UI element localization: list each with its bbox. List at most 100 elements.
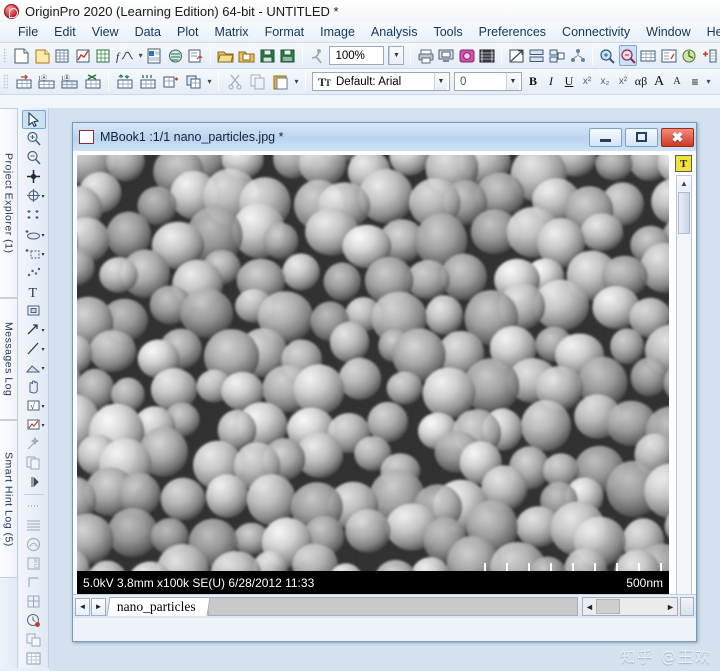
worksheet-toolbar-grip[interactable] [3, 74, 8, 89]
clock-tool[interactable] [22, 611, 46, 630]
add-new-columns-icon[interactable] [13, 71, 34, 92]
bold-button[interactable]: B [524, 72, 542, 92]
menu-window[interactable]: Window [638, 23, 698, 41]
sheet-nav-next-button[interactable]: ► [91, 597, 106, 616]
font-chevron-down-icon[interactable]: ▼ [434, 73, 447, 90]
refresh-icon[interactable] [680, 45, 698, 66]
text-tool[interactable]: T [22, 282, 46, 301]
close-button[interactable]: ✖ [661, 127, 694, 147]
dotted-rect-tool[interactable] [22, 496, 46, 515]
layer-management-icon[interactable] [507, 45, 525, 66]
hscroll-left-arrow[interactable]: ◄ [583, 602, 596, 612]
open-excel-icon[interactable] [146, 45, 164, 66]
font-size-chevron-down-icon[interactable]: ▼ [506, 73, 519, 90]
menu-file[interactable]: File [10, 23, 46, 41]
rectangle-tool[interactable] [22, 573, 46, 592]
region-math-dropdown-icon[interactable]: ▾ [41, 403, 44, 410]
data-selector-tool[interactable] [22, 205, 46, 224]
regional-mask-tool[interactable]: ▾ [22, 224, 46, 243]
circle-tool[interactable] [22, 535, 46, 554]
lines-tool[interactable] [22, 516, 46, 535]
copy-page-tool[interactable] [22, 453, 46, 472]
scroll-up-arrow[interactable]: ▲ [677, 176, 691, 191]
sort-columns-icon[interactable] [137, 71, 158, 92]
standard-toolbar-grip[interactable] [3, 48, 8, 63]
zoom-out-tool[interactable] [22, 148, 46, 167]
function-plot-dropdown-icon[interactable]: ▾ [137, 51, 145, 60]
add-column-icon[interactable] [701, 45, 719, 66]
rescale-dropdown-icon[interactable]: ▾ [41, 422, 44, 429]
zoom-out-icon[interactable] [618, 45, 638, 66]
print-icon[interactable] [416, 45, 434, 66]
new-matrix-icon[interactable] [94, 45, 112, 66]
new-graph-icon[interactable] [74, 45, 92, 66]
menu-preferences[interactable]: Preferences [471, 23, 554, 41]
dock-tab-project-explorer[interactable]: Project Explorer (1) [0, 108, 18, 298]
paste-icon[interactable] [270, 71, 291, 92]
zoom-combo[interactable]: 100% [329, 46, 385, 65]
menu-analysis[interactable]: Analysis [363, 23, 426, 41]
sem-image-canvas[interactable]: 5.0kV 3.8mm x100k SE(U) 6/28/2012 11:33 … [77, 155, 669, 595]
print-preview-icon[interactable] [437, 45, 455, 66]
object-edit-tool[interactable] [22, 301, 46, 320]
hierarchy-icon[interactable] [569, 45, 587, 66]
import-wizard-icon[interactable] [187, 45, 205, 66]
save-project-icon[interactable] [258, 45, 276, 66]
worksheet-toolbar-overflow[interactable]: ▾ [205, 77, 214, 86]
edit-toolbar-overflow[interactable]: ▾ [292, 77, 301, 86]
save-template-icon[interactable] [279, 45, 297, 66]
align-dropdown-icon[interactable]: ▾ [704, 77, 713, 86]
greek-button[interactable]: αβ [632, 72, 650, 92]
new-workbook-icon[interactable] [53, 45, 71, 66]
sheet-tab-nano-particles[interactable]: nano_particles [106, 597, 211, 616]
import-single-ascii-icon[interactable] [166, 45, 184, 66]
zoom-in-icon[interactable] [598, 45, 616, 66]
italic-button[interactable]: I [542, 72, 560, 92]
expand-palette-tool[interactable] [22, 472, 46, 491]
data-reader-tool[interactable] [22, 167, 46, 186]
pan-tool[interactable] [22, 377, 46, 396]
horizontal-scrollbar[interactable]: ◄ ► [582, 597, 678, 616]
minimize-button[interactable] [589, 127, 622, 147]
font-size-combo[interactable]: 0 ▼ [454, 72, 522, 91]
hscroll-right-arrow[interactable]: ► [664, 602, 677, 612]
stack-columns-icon[interactable] [183, 71, 204, 92]
transpose-icon[interactable] [82, 71, 103, 92]
new-function-plot-icon[interactable]: f [115, 45, 136, 66]
vertical-scrollbar[interactable]: ▲ ▼ [676, 175, 692, 614]
menu-plot[interactable]: Plot [169, 23, 207, 41]
normalize-columns-icon[interactable]: 1Ⓑ [59, 71, 80, 92]
set-column-values-icon[interactable]: 1Ⓐ [36, 71, 57, 92]
zoom-in-tool[interactable] [22, 129, 46, 148]
pointer-tool[interactable] [21, 110, 46, 130]
open-project-icon[interactable] [33, 45, 51, 66]
menu-help[interactable]: Help [699, 23, 720, 41]
regional-selector-dropdown-icon[interactable]: ▾ [41, 251, 44, 258]
text-label-badge[interactable]: T [675, 155, 692, 172]
polyline-tool[interactable]: ▾ [22, 358, 46, 377]
magic-wand-tool[interactable] [22, 434, 46, 453]
menu-matrix[interactable]: Matrix [207, 23, 257, 41]
vertical-scroll-thumb[interactable] [678, 192, 690, 234]
regional-mask-dropdown-icon[interactable]: ▾ [41, 232, 44, 239]
arrow-dropdown-icon[interactable]: ▾ [41, 327, 44, 334]
worksheet-icon[interactable] [639, 45, 657, 66]
decrease-font-button[interactable]: A [668, 72, 686, 92]
copy-icon[interactable] [247, 71, 268, 92]
table-tool[interactable] [22, 592, 46, 611]
zoom-dropdown[interactable]: ▼ [388, 46, 405, 65]
grid-tool[interactable] [22, 649, 46, 668]
cut-icon[interactable] [224, 71, 245, 92]
run-script-icon[interactable] [308, 45, 326, 66]
vertical-scroll-track[interactable] [677, 235, 691, 598]
resize-grip[interactable] [680, 597, 694, 616]
insert-rows-icon[interactable] [160, 71, 181, 92]
maximize-button[interactable] [625, 127, 658, 147]
screen-reader-tool[interactable]: ▾ [22, 186, 46, 205]
arrange-layers-icon[interactable] [528, 45, 546, 66]
sheet-nav-prev-button[interactable]: ◄ [75, 597, 90, 616]
sort-worksheet-icon[interactable] [114, 71, 135, 92]
superscript-subscript-button[interactable]: x² [614, 72, 632, 92]
menu-format[interactable]: Format [257, 23, 313, 41]
menu-data[interactable]: Data [127, 23, 169, 41]
